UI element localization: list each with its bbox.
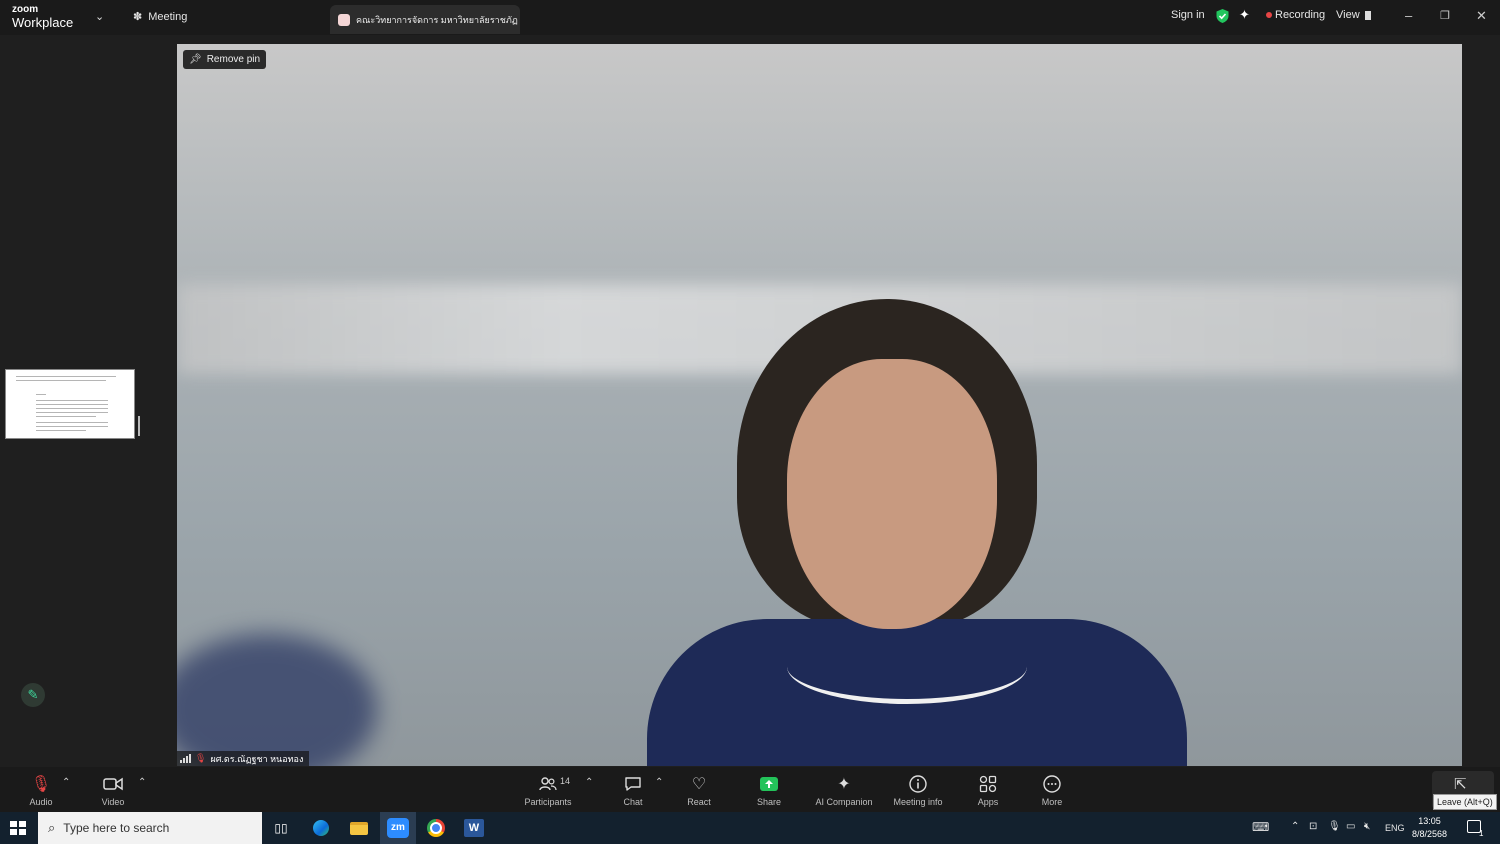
camera-in-use-icon[interactable]: ⊡ <box>1309 821 1317 832</box>
clock-date: 8/8/2568 <box>1412 829 1448 839</box>
close-icon[interactable]: ✕ <box>1476 8 1487 24</box>
tab-meeting-active[interactable]: คณะวิทยาการจัดการ มหาวิทยาลัยราชภัฏ … <box>330 5 520 34</box>
organization-logo-icon <box>338 13 350 26</box>
ai-companion-label: AI Companion <box>815 797 873 807</box>
share-label: Share <box>756 797 782 807</box>
word-app-icon[interactable]: W <box>462 816 486 840</box>
zoom-app-icon: zm <box>387 818 409 838</box>
taskbar-search-input[interactable]: ⌕ Type here to search <box>38 812 262 844</box>
participants-label: Participants <box>524 797 572 807</box>
audio-label: Audio <box>29 797 53 807</box>
zoom-taskbar-button[interactable]: zm <box>380 812 416 844</box>
more-dots-icon <box>1017 773 1087 795</box>
tab-meeting-active-label: คณะวิทยาการจัดการ มหาวิทยาลัยราชภัฏ <box>356 14 518 25</box>
chat-label: Chat <box>623 797 643 807</box>
keyboard-layout-icon[interactable]: ⌨ <box>1252 820 1269 834</box>
task-view-icon[interactable]: ▯▯ <box>269 816 293 840</box>
speaker-figure <box>637 299 1197 766</box>
title-bar: zoom Workplace ⌄ ✽ Meeting คณะวิทยาการจั… <box>0 0 1500 35</box>
background-figure <box>177 634 377 766</box>
heart-icon: ♡ <box>691 776 707 793</box>
chrome-browser-icon[interactable] <box>424 816 448 840</box>
recording-label: Recording <box>1275 9 1326 21</box>
sign-in-link[interactable]: Sign in <box>1171 9 1205 21</box>
record-dot-icon <box>1266 12 1272 18</box>
notification-count-badge: 1 <box>1479 829 1484 838</box>
more-label: More <box>1041 797 1063 807</box>
file-explorer-icon[interactable] <box>347 816 371 840</box>
thumbnail-resize-handle[interactable] <box>138 416 140 436</box>
signal-strength-icon <box>180 754 191 763</box>
recording-indicator[interactable]: Recording <box>1266 9 1325 21</box>
speaker-face <box>787 359 997 629</box>
windows-taskbar: ⌕ Type here to search ▯▯ zm W ⌨ ⌃ ⊡ 🎙︎ ▭… <box>0 812 1500 844</box>
volume-muted-icon[interactable]: 🔇︎ <box>1364 821 1370 832</box>
meeting-controls: 🎙︎ Audio ⌃ Video ⌃ Participants ⌃ Chat ⌃… <box>0 767 1500 812</box>
brand-top: zoom <box>12 4 39 15</box>
network-icon[interactable]: ▭ <box>1346 821 1355 832</box>
view-button[interactable]: View <box>1336 9 1371 21</box>
search-icon: ⌕ <box>48 820 56 835</box>
video-label: Video <box>101 797 125 807</box>
chat-options-chevron-icon[interactable]: ⌃ <box>655 777 663 788</box>
remove-pin-label: Remove pin <box>206 54 261 65</box>
clock-time: 13:05 <box>1418 816 1441 826</box>
windows-start-icon[interactable] <box>10 821 26 835</box>
participants-button[interactable]: Participants <box>513 773 583 807</box>
participants-icon <box>513 773 583 795</box>
view-label: View <box>1336 9 1360 21</box>
muted-mic-icon: 🎙︎ <box>195 753 207 763</box>
input-language[interactable]: ENG <box>1385 823 1405 833</box>
video-options-chevron-icon[interactable]: ⌃ <box>138 777 146 788</box>
participant-count-badge: 14 <box>560 776 571 786</box>
brand-bottom: Workplace <box>12 15 74 30</box>
search-placeholder: Type here to search <box>63 821 170 835</box>
apps-button[interactable]: Apps <box>953 773 1023 807</box>
react-button[interactable]: ♡ React <box>664 773 734 807</box>
apps-label: Apps <box>977 797 999 807</box>
annotate-pen-icon[interactable]: ✎ <box>21 683 45 707</box>
pin-icon: 📌︎ <box>189 54 202 65</box>
share-screen-icon <box>734 773 804 795</box>
speaker-collar <box>787 629 1027 704</box>
system-clock[interactable]: 13:05 8/8/2568 <box>1412 815 1447 841</box>
tab-meeting-label: Meeting <box>148 10 188 23</box>
participants-options-chevron-icon[interactable]: ⌃ <box>585 777 593 788</box>
tab-meeting[interactable]: ✽ Meeting <box>133 10 188 24</box>
zoom-workplace-logo[interactable]: zoom Workplace <box>12 4 74 30</box>
more-button[interactable]: More <box>1017 773 1087 807</box>
apps-grid-icon <box>953 773 1023 795</box>
audio-options-chevron-icon[interactable]: ⌃ <box>62 777 70 788</box>
ai-sparkle-icon: ✦ <box>837 776 851 793</box>
view-layout-icon <box>1364 10 1371 20</box>
minimize-icon[interactable]: – <box>1405 8 1412 23</box>
share-button[interactable]: Share <box>734 773 804 807</box>
leave-door-icon: ⇱ <box>1454 776 1467 793</box>
info-icon <box>883 773 953 795</box>
shield-check-icon[interactable] <box>1216 9 1229 23</box>
ai-sparkle-icon[interactable]: ✦ <box>1239 7 1250 23</box>
chevron-down-icon[interactable]: ⌄ <box>95 10 104 23</box>
edge-browser-icon[interactable] <box>309 816 333 840</box>
ai-companion-button[interactable]: ✦ AI Companion <box>809 773 879 807</box>
meeting-info-label: Meeting info <box>893 797 943 807</box>
participant-name: ผศ.ดร.ณัฏฐชา หนอทอง <box>210 753 304 764</box>
leave-tooltip: Leave (Alt+Q) <box>1433 794 1497 810</box>
participant-name-tag: 🎙︎ ผศ.ดร.ณัฏฐชา หนอทอง <box>177 751 310 766</box>
shared-document-thumbnail[interactable] <box>5 369 135 439</box>
react-label: React <box>687 797 711 807</box>
restore-icon[interactable]: ❐ <box>1440 9 1450 22</box>
remove-pin-button[interactable]: 📌︎ Remove pin <box>183 50 267 69</box>
active-speaker-video[interactable] <box>177 44 1462 766</box>
microphone-in-use-icon[interactable]: 🎙︎ <box>1328 821 1341 832</box>
people-icon: ✽ <box>133 11 143 23</box>
meeting-info-button[interactable]: Meeting info <box>883 773 953 807</box>
show-hidden-icons-icon[interactable]: ⌃ <box>1291 821 1299 832</box>
